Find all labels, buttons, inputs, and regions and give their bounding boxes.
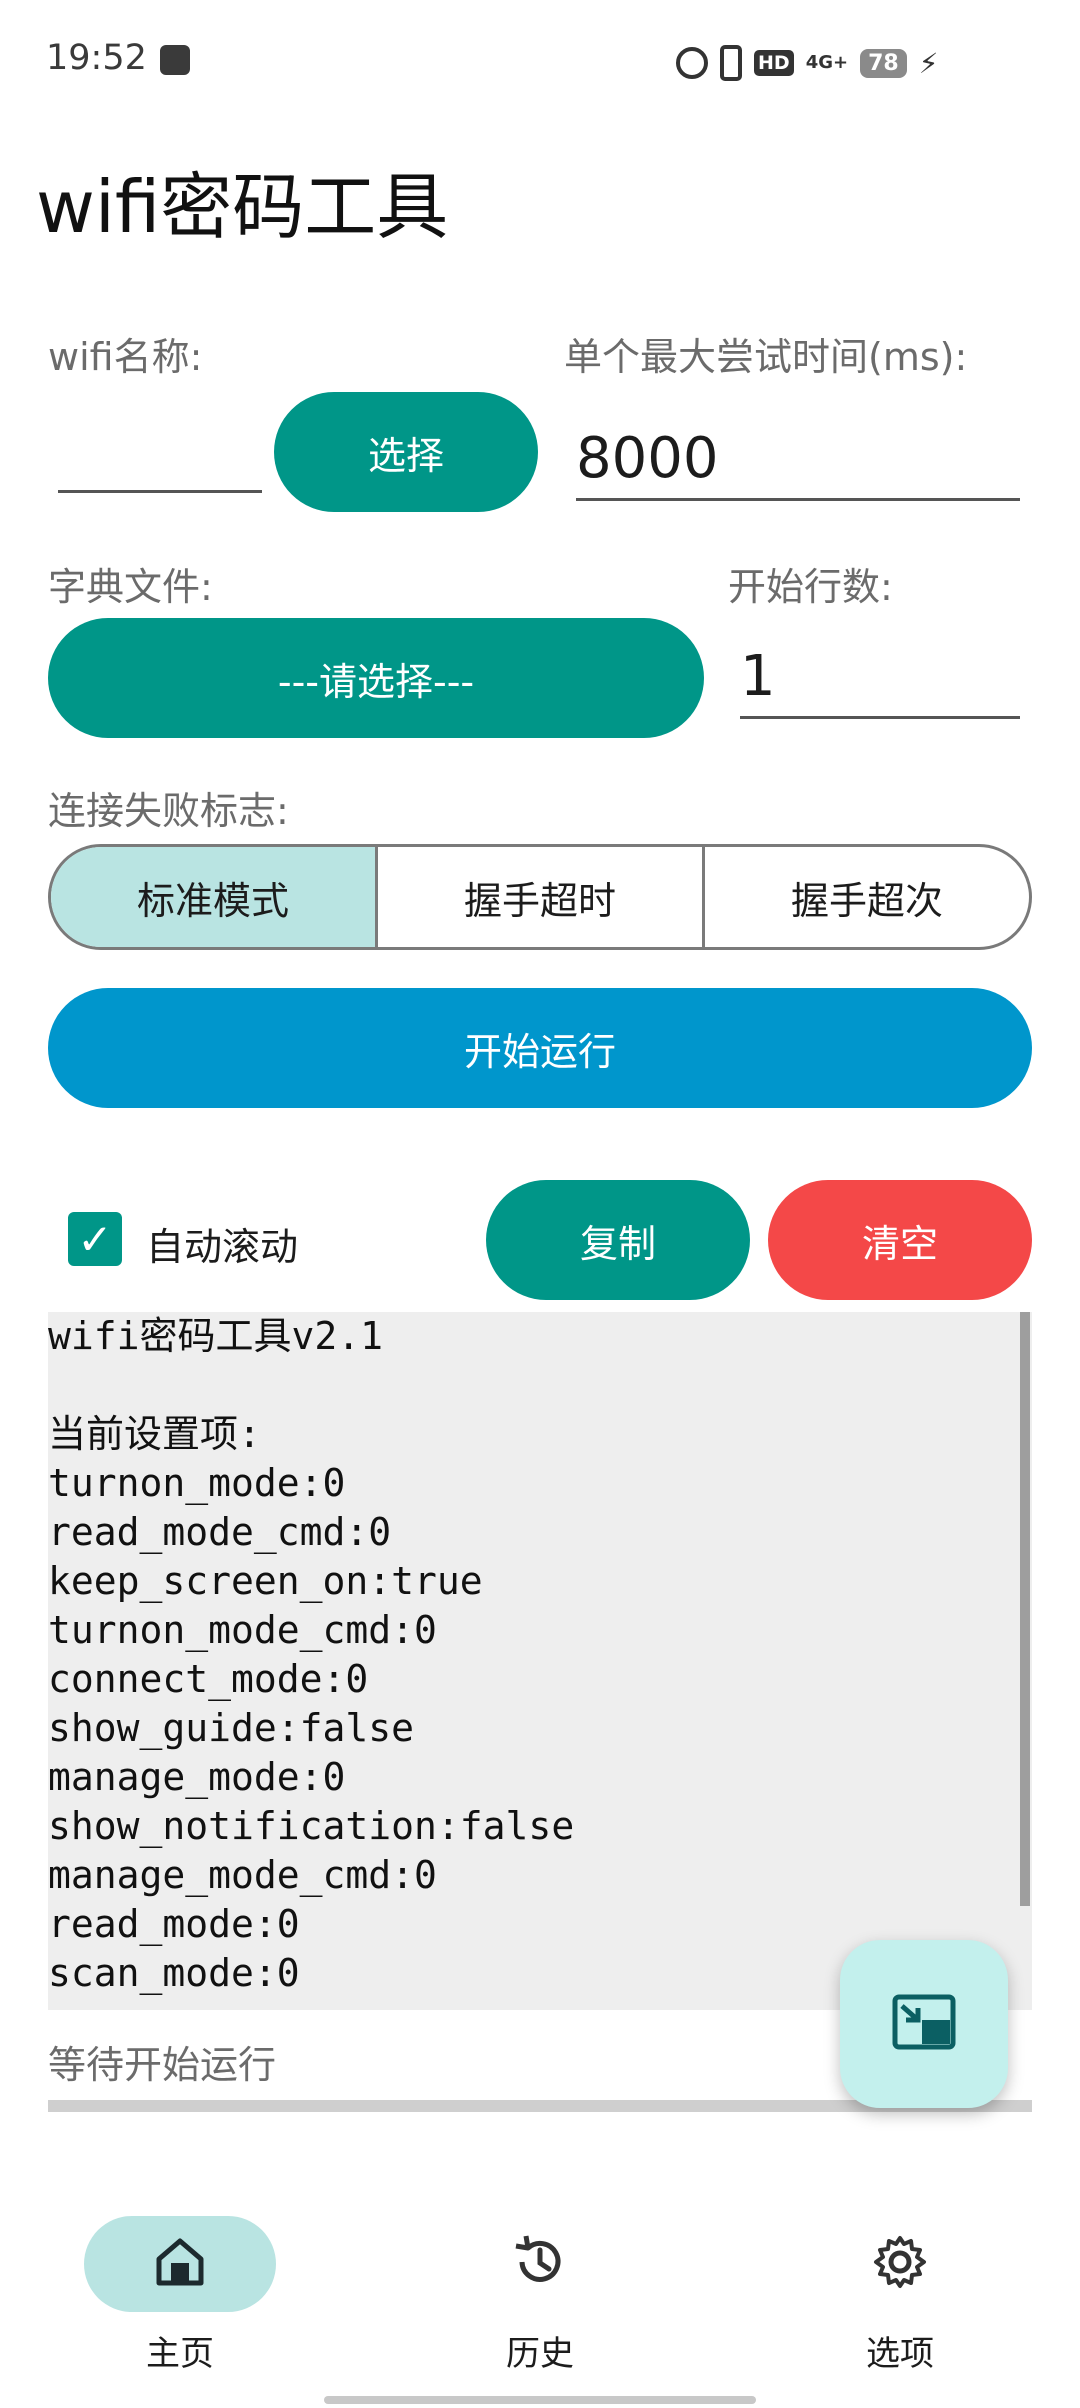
log-line: 当前设置项: <box>48 1412 261 1456</box>
wifi-name-label: wifi名称: <box>48 335 203 379</box>
vibrate-icon <box>720 45 742 81</box>
floating-window-button[interactable] <box>840 1940 1008 2108</box>
gesture-handle[interactable] <box>324 2396 756 2404</box>
picture-in-picture-icon <box>892 1994 956 2054</box>
log-output[interactable]: wifi密码工具v2.1 当前设置项: turnon_mode:0 read_m… <box>48 1312 1032 2010</box>
fail-flag-label: 连接失败标志: <box>48 789 289 833</box>
alarm-icon <box>676 47 708 79</box>
log-line: manage_mode_cmd:0 <box>48 1853 437 1897</box>
mode-handshake-timeout[interactable]: 握手超时 <box>378 847 705 947</box>
nav-options[interactable]: 选项 <box>804 2216 996 2375</box>
log-line: keep_screen_on:true <box>48 1559 483 1603</box>
clear-button[interactable]: 清空 <box>768 1180 1032 1300</box>
log-line: connect_mode:0 <box>48 1657 369 1701</box>
mode-handshake-count[interactable]: 握手超次 <box>705 847 1029 947</box>
select-wifi-button[interactable]: 选择 <box>274 392 538 512</box>
start-button[interactable]: 开始运行 <box>48 988 1032 1108</box>
history-icon <box>510 2232 570 2296</box>
start-line-label: 开始行数: <box>728 565 893 609</box>
charging-icon: ⚡ <box>918 46 939 80</box>
log-line: turnon_mode_cmd:0 <box>48 1608 437 1652</box>
status-time: 19:52 <box>46 38 147 78</box>
log-line: manage_mode:0 <box>48 1755 346 1799</box>
log-line: wifi密码工具v2.1 <box>48 1314 384 1358</box>
gallery-icon <box>160 45 190 75</box>
select-dict-button[interactable]: ---请选择--- <box>48 618 704 738</box>
home-icon <box>153 2235 207 2293</box>
dict-file-label: 字典文件: <box>48 565 213 609</box>
copy-button[interactable]: 复制 <box>486 1180 750 1300</box>
start-line-input[interactable] <box>740 636 1020 719</box>
mode-segmented-control: 标准模式 握手超时 握手超次 <box>48 844 1032 950</box>
signal-icon: 4G+ <box>805 52 849 73</box>
settings-icon <box>870 2232 930 2296</box>
log-line: read_mode_cmd:0 <box>48 1510 392 1554</box>
nav-history-indicator <box>444 2216 636 2312</box>
page-title: wifi密码工具 <box>36 165 449 249</box>
log-scrollbar[interactable] <box>1020 1312 1030 1906</box>
nav-home-indicator <box>84 2216 276 2312</box>
max-time-input[interactable] <box>576 418 1020 501</box>
log-line: show_guide:false <box>48 1706 415 1750</box>
log-line: turnon_mode:0 <box>48 1461 346 1505</box>
nav-history[interactable]: 历史 <box>444 2216 636 2375</box>
mode-standard[interactable]: 标准模式 <box>51 847 378 947</box>
max-time-label: 单个最大尝试时间(ms): <box>564 335 968 379</box>
auto-scroll-label: 自动滚动 <box>146 1225 299 1269</box>
nav-home-label: 主页 <box>146 2334 214 2374</box>
nav-history-label: 历史 <box>506 2334 574 2374</box>
run-status-text: 等待开始运行 <box>48 2043 277 2087</box>
auto-scroll-checkbox[interactable]: ✓ <box>68 1212 122 1266</box>
nav-options-indicator <box>804 2216 996 2312</box>
status-icons: HD 4G+ 78 ⚡ <box>676 38 938 88</box>
nav-options-label: 选项 <box>866 2334 934 2374</box>
nav-home[interactable]: 主页 <box>84 2216 276 2375</box>
battery-icon: 78 <box>860 48 907 78</box>
hd-icon: HD <box>754 50 794 76</box>
log-line: show_notification:false <box>48 1804 575 1848</box>
wifi-name-input[interactable] <box>58 440 262 493</box>
